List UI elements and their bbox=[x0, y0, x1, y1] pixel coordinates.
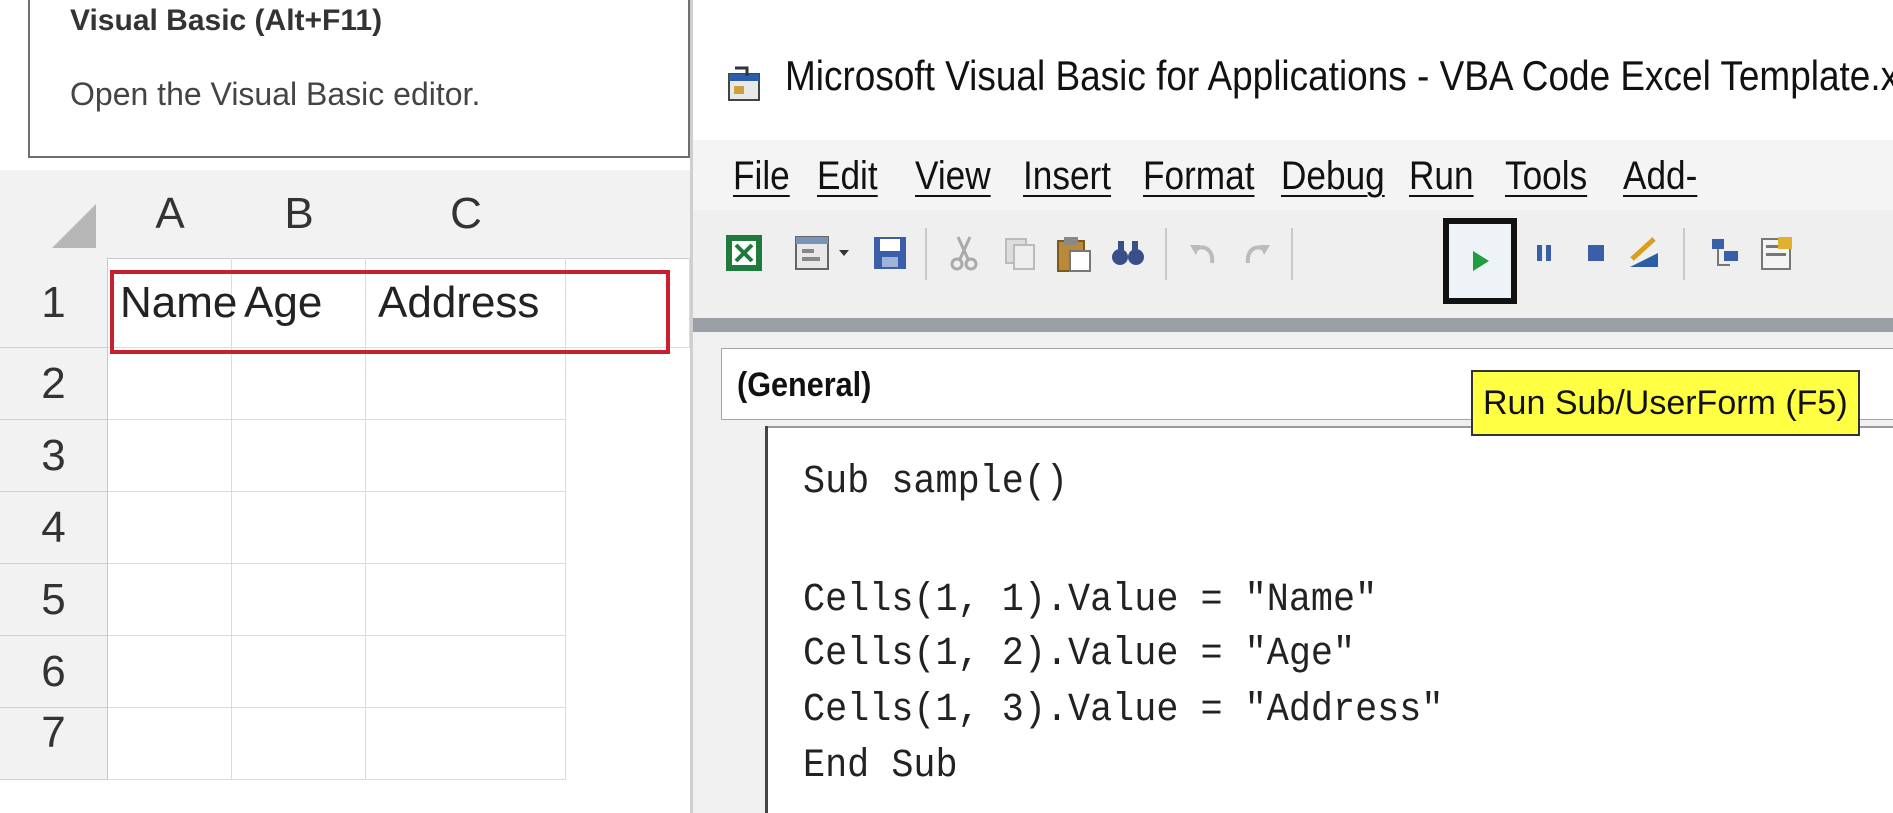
column-header-b[interactable]: B bbox=[232, 170, 367, 259]
corner-triangle-icon bbox=[52, 204, 96, 248]
cell[interactable] bbox=[366, 420, 566, 492]
row-header-2[interactable]: 2 bbox=[0, 348, 108, 420]
row-header-3[interactable]: 3 bbox=[0, 420, 108, 492]
code-margin-indicator-bar[interactable] bbox=[693, 426, 768, 813]
cell[interactable] bbox=[108, 348, 232, 420]
cell[interactable] bbox=[232, 492, 366, 564]
paste-icon[interactable] bbox=[1053, 232, 1095, 274]
cell[interactable] bbox=[366, 348, 566, 420]
vba-app-icon bbox=[728, 66, 760, 101]
code-line[interactable]: Cells(1, 3).Value = "Address" bbox=[803, 688, 1443, 733]
menu-debug[interactable]: Debug bbox=[1281, 154, 1385, 199]
vba-editor-window: Microsoft Visual Basic for Applications … bbox=[690, 0, 1893, 813]
find-icon[interactable] bbox=[1107, 232, 1149, 274]
run-sub-tooltip: Run Sub/UserForm (F5) bbox=[1471, 370, 1860, 436]
undo-icon[interactable] bbox=[1183, 232, 1225, 274]
design-mode-icon[interactable] bbox=[1623, 232, 1665, 274]
column-header-c[interactable]: C bbox=[366, 170, 567, 259]
cell[interactable] bbox=[232, 348, 366, 420]
tooltip-description: Open the Visual Basic editor. bbox=[70, 76, 481, 112]
menu-tools[interactable]: Tools bbox=[1505, 154, 1587, 199]
cell[interactable] bbox=[366, 636, 566, 708]
userform-icon[interactable] bbox=[791, 232, 833, 274]
row-header-1[interactable]: 1 bbox=[0, 258, 108, 348]
toolbar-separator bbox=[1165, 228, 1167, 280]
cell[interactable] bbox=[108, 708, 232, 780]
cell[interactable] bbox=[232, 420, 366, 492]
column-header-d[interactable] bbox=[566, 170, 690, 259]
cell[interactable] bbox=[232, 636, 366, 708]
cell[interactable] bbox=[108, 564, 232, 636]
code-line[interactable]: Cells(1, 1).Value = "Name" bbox=[803, 578, 1377, 623]
cell[interactable] bbox=[108, 636, 232, 708]
cell[interactable] bbox=[232, 564, 366, 636]
tooltip-title: Visual Basic (Alt+F11) bbox=[70, 4, 383, 37]
menu-format[interactable]: Format bbox=[1143, 154, 1254, 199]
excel-icon[interactable] bbox=[723, 232, 765, 274]
pause-icon[interactable] bbox=[1523, 232, 1565, 274]
project-explorer-icon[interactable] bbox=[1705, 232, 1747, 274]
panel-divider bbox=[693, 318, 1893, 332]
menu-edit[interactable]: Edit bbox=[817, 154, 878, 199]
row-header-6[interactable]: 6 bbox=[0, 636, 108, 708]
row-header-4[interactable]: 4 bbox=[0, 492, 108, 564]
toolbar-separator bbox=[1683, 228, 1685, 280]
cell[interactable] bbox=[232, 708, 366, 780]
column-header-a[interactable]: A bbox=[108, 170, 233, 259]
menu-file[interactable]: File bbox=[733, 154, 790, 199]
menu-view[interactable]: View bbox=[915, 154, 991, 199]
code-line[interactable]: End Sub bbox=[803, 744, 958, 789]
save-icon[interactable] bbox=[869, 232, 911, 274]
cell[interactable] bbox=[366, 492, 566, 564]
properties-icon[interactable] bbox=[1755, 232, 1797, 274]
run-sub-button[interactable] bbox=[1443, 218, 1517, 304]
selected-range-highlight bbox=[110, 270, 670, 354]
cut-icon[interactable] bbox=[943, 232, 985, 274]
menu-add-ins[interactable]: Add- bbox=[1623, 154, 1697, 199]
cell[interactable] bbox=[108, 492, 232, 564]
redo-icon[interactable] bbox=[1235, 232, 1277, 274]
code-line[interactable]: Cells(1, 2).Value = "Age" bbox=[803, 632, 1355, 677]
reset-icon[interactable] bbox=[1575, 232, 1617, 274]
row-header-7[interactable]: 7 bbox=[0, 708, 108, 780]
dropdown-arrow-icon[interactable] bbox=[833, 232, 855, 274]
object-dropdown-value: (General) bbox=[737, 366, 872, 404]
row-header-5[interactable]: 5 bbox=[0, 564, 108, 636]
run-icon bbox=[1473, 251, 1489, 271]
menu-insert[interactable]: Insert bbox=[1023, 154, 1111, 199]
window-title: Microsoft Visual Basic for Applications … bbox=[785, 52, 1893, 99]
copy-icon[interactable] bbox=[999, 232, 1041, 274]
visual-basic-tooltip: Visual Basic (Alt+F11) Open the Visual B… bbox=[28, 0, 690, 158]
select-all-corner[interactable] bbox=[0, 170, 109, 259]
toolbar-separator bbox=[925, 228, 927, 280]
toolbar-separator bbox=[1291, 228, 1293, 280]
cell[interactable] bbox=[108, 420, 232, 492]
code-line[interactable]: Sub sample() bbox=[803, 460, 1068, 505]
excel-worksheet: A B C 1 2 3 4 5 6 7 Name Age Address Vis… bbox=[0, 0, 690, 813]
cell[interactable] bbox=[366, 564, 566, 636]
cell[interactable] bbox=[366, 708, 566, 780]
menu-run[interactable]: Run bbox=[1409, 154, 1474, 199]
worksheet-grid: A B C 1 2 3 4 5 6 7 Name Age Address bbox=[0, 170, 690, 813]
